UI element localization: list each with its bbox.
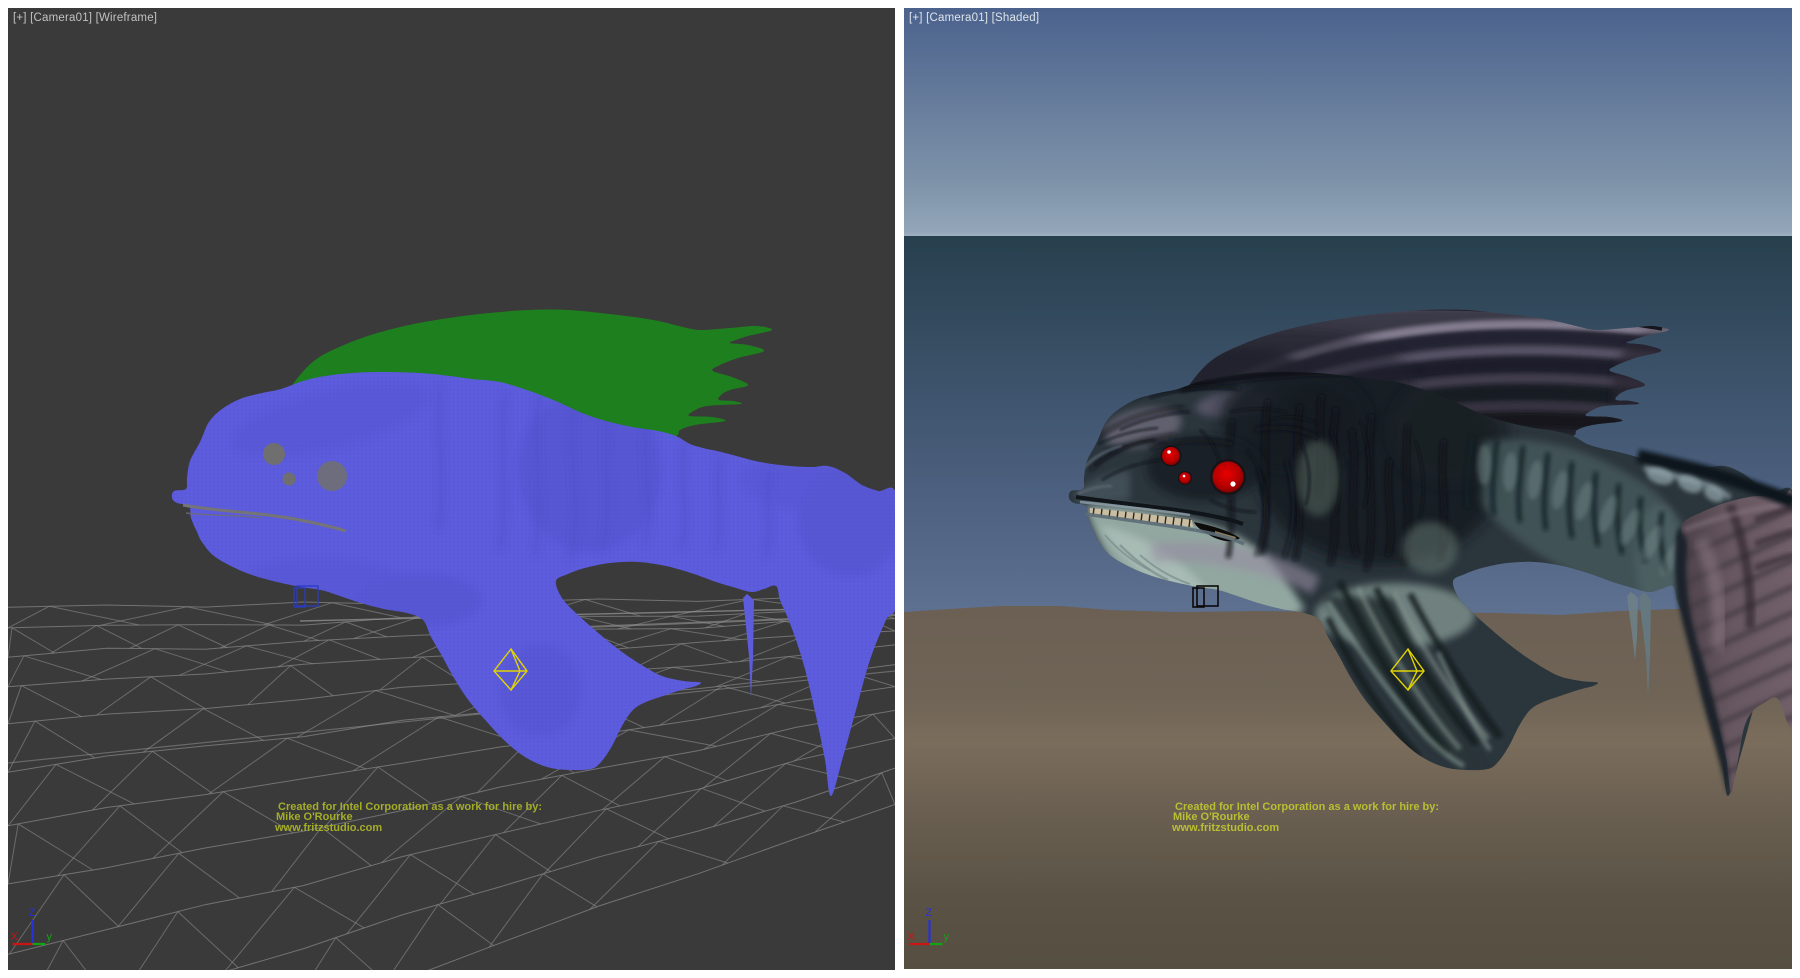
svg-text:Z: Z [926,907,933,919]
svg-text:Z: Z [29,907,36,919]
svg-text:www.fritzstudio.com: www.fritzstudio.com [274,822,382,834]
svg-text:X: X [908,931,916,943]
svg-text:y: y [47,931,53,943]
svg-text:www.fritzstudio.com: www.fritzstudio.com [1171,822,1279,834]
svg-text:y: y [944,931,950,943]
svg-text:X: X [11,931,19,943]
